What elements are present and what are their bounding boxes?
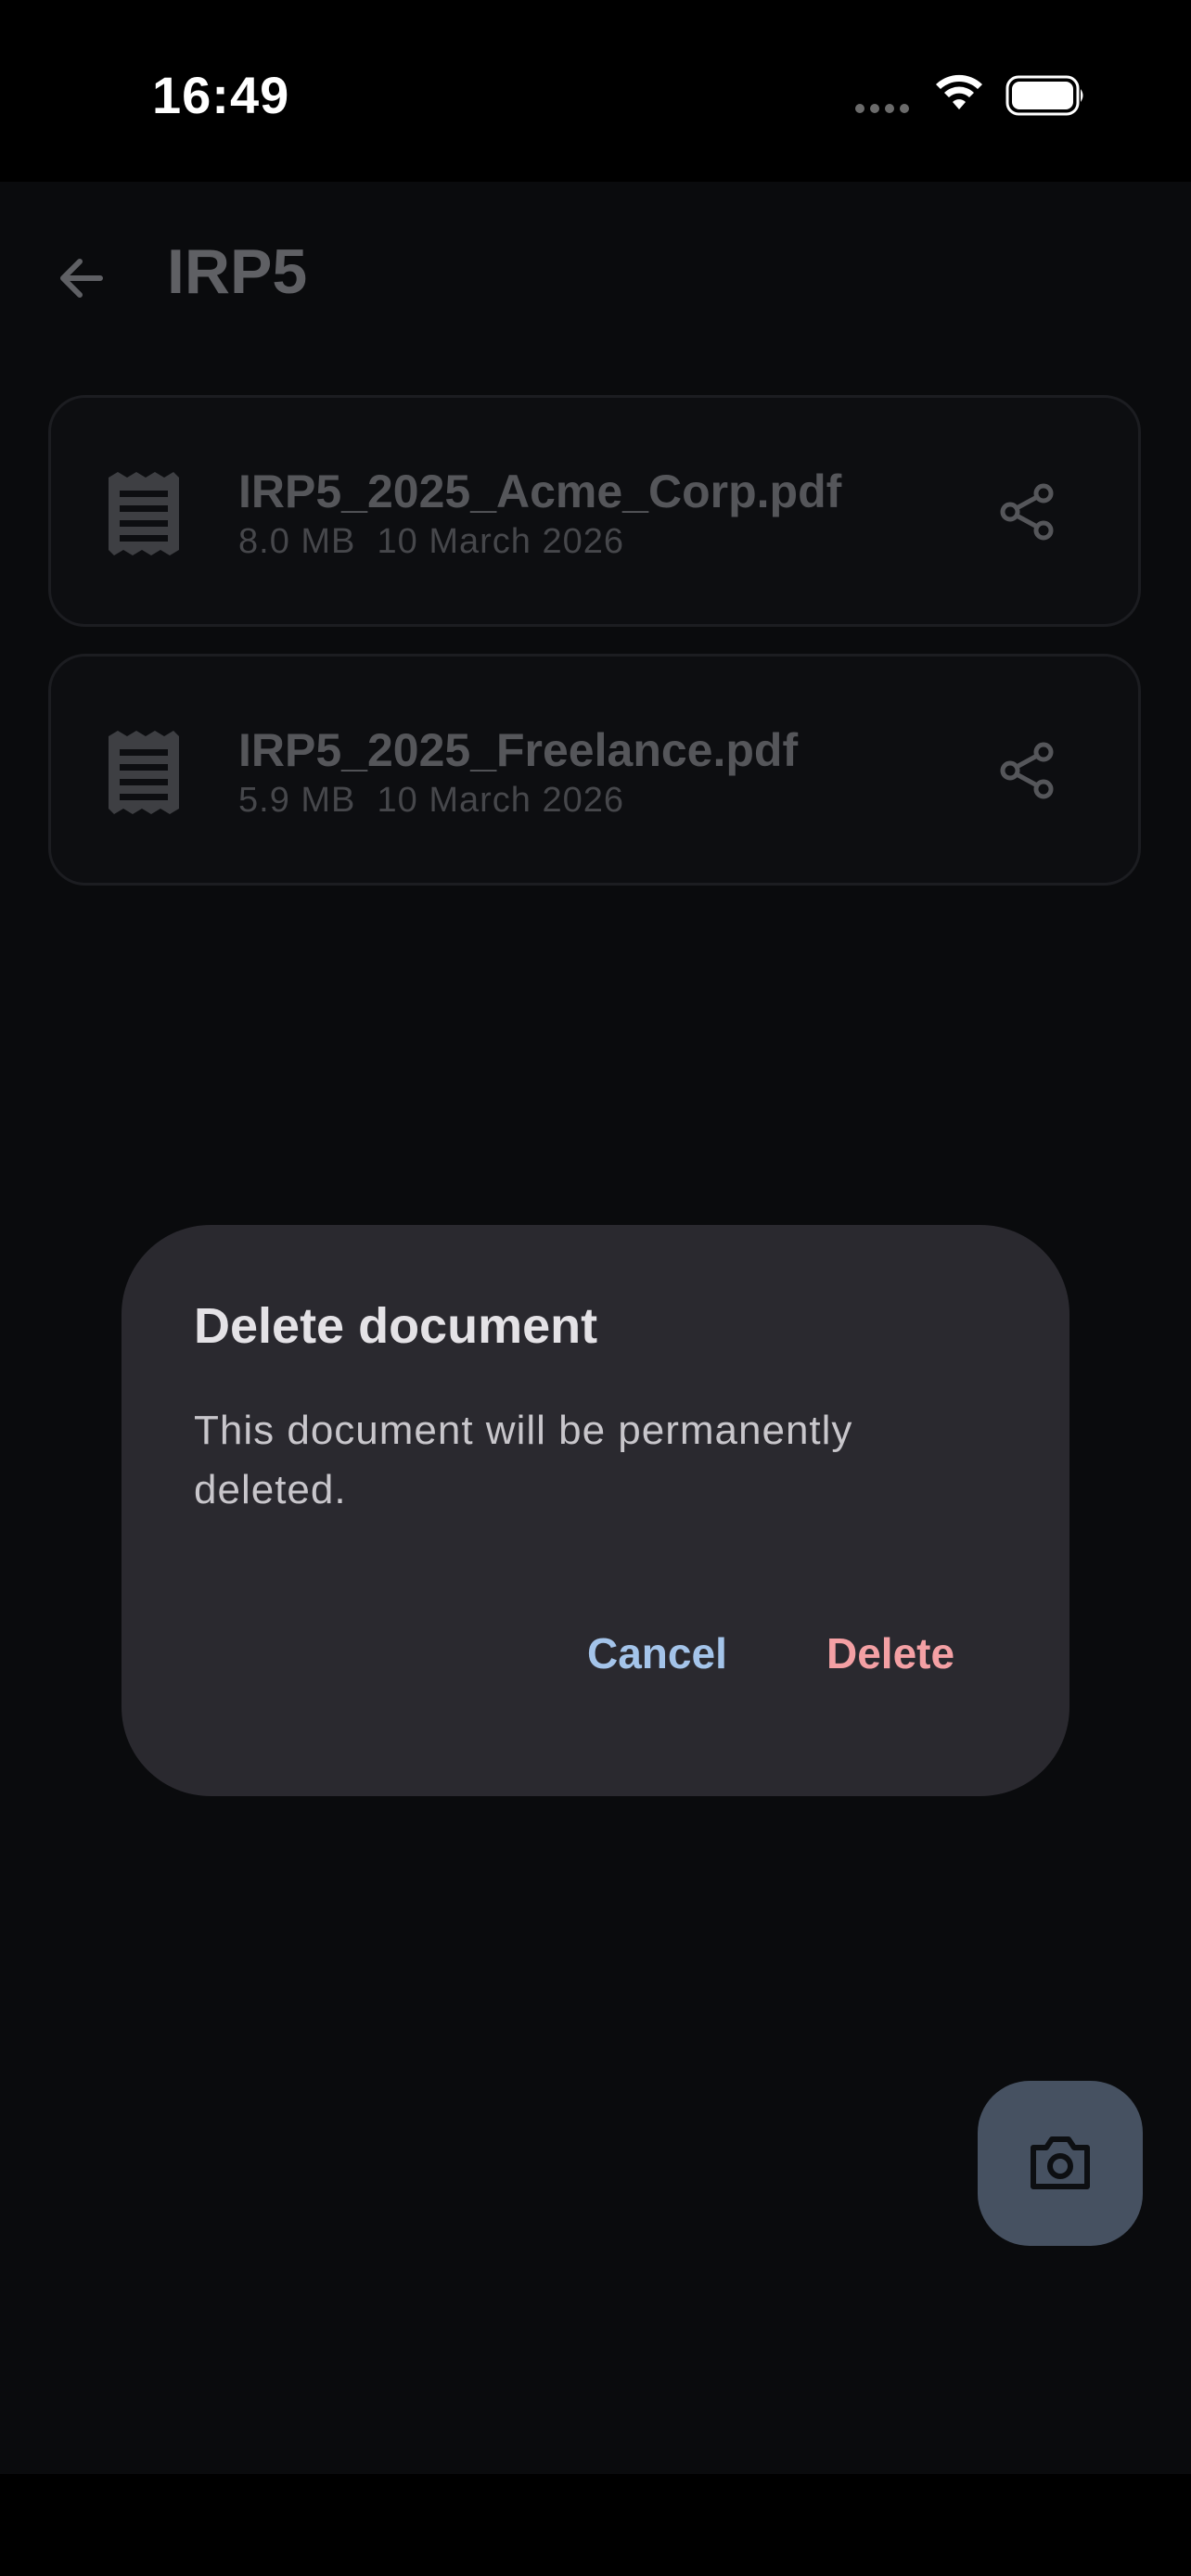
camera-fab-button[interactable] [978,2081,1143,2246]
camera-icon [1031,2136,1090,2189]
battery-icon [1005,75,1083,116]
document-card[interactable]: IRP5_2025_Acme_Corp.pdf 8.0 MB 10 March … [48,395,1141,627]
document-name: IRP5_2025_Freelance.pdf [238,724,799,776]
back-button[interactable] [45,241,119,315]
document-meta: 8.0 MB 10 March 2026 [238,522,624,561]
document-card[interactable]: IRP5_2025_Freelance.pdf 5.9 MB 10 March … [48,654,1141,886]
cancel-button[interactable]: Cancel [569,1607,746,1700]
share-icon [1000,483,1054,541]
arrow-left-icon [60,259,103,298]
document-name: IRP5_2025_Acme_Corp.pdf [238,465,842,517]
screen: 16:49 IRP5 IRP5_2025_Acme_Corp.pdf 8.0 M… [0,0,1191,2576]
status-bar: 16:49 [0,0,1191,182]
share-button[interactable] [988,731,1068,810]
share-icon [1000,742,1054,799]
dialog-title: Delete document [194,1298,598,1354]
home-indicator-area [0,2474,1191,2576]
page-title: IRP5 [167,236,308,307]
delete-dialog: Delete document This document will be pe… [122,1225,1069,1796]
delete-button[interactable]: Delete [808,1607,973,1700]
wifi-icon [936,74,982,109]
status-time: 16:49 [152,66,290,124]
receipt-icon [109,731,179,814]
dialog-message: This document will be permanently delete… [194,1408,853,1512]
share-button[interactable] [988,472,1068,552]
signal-dots-icon [855,104,909,113]
receipt-icon [109,472,179,555]
document-meta: 5.9 MB 10 March 2026 [238,781,624,820]
